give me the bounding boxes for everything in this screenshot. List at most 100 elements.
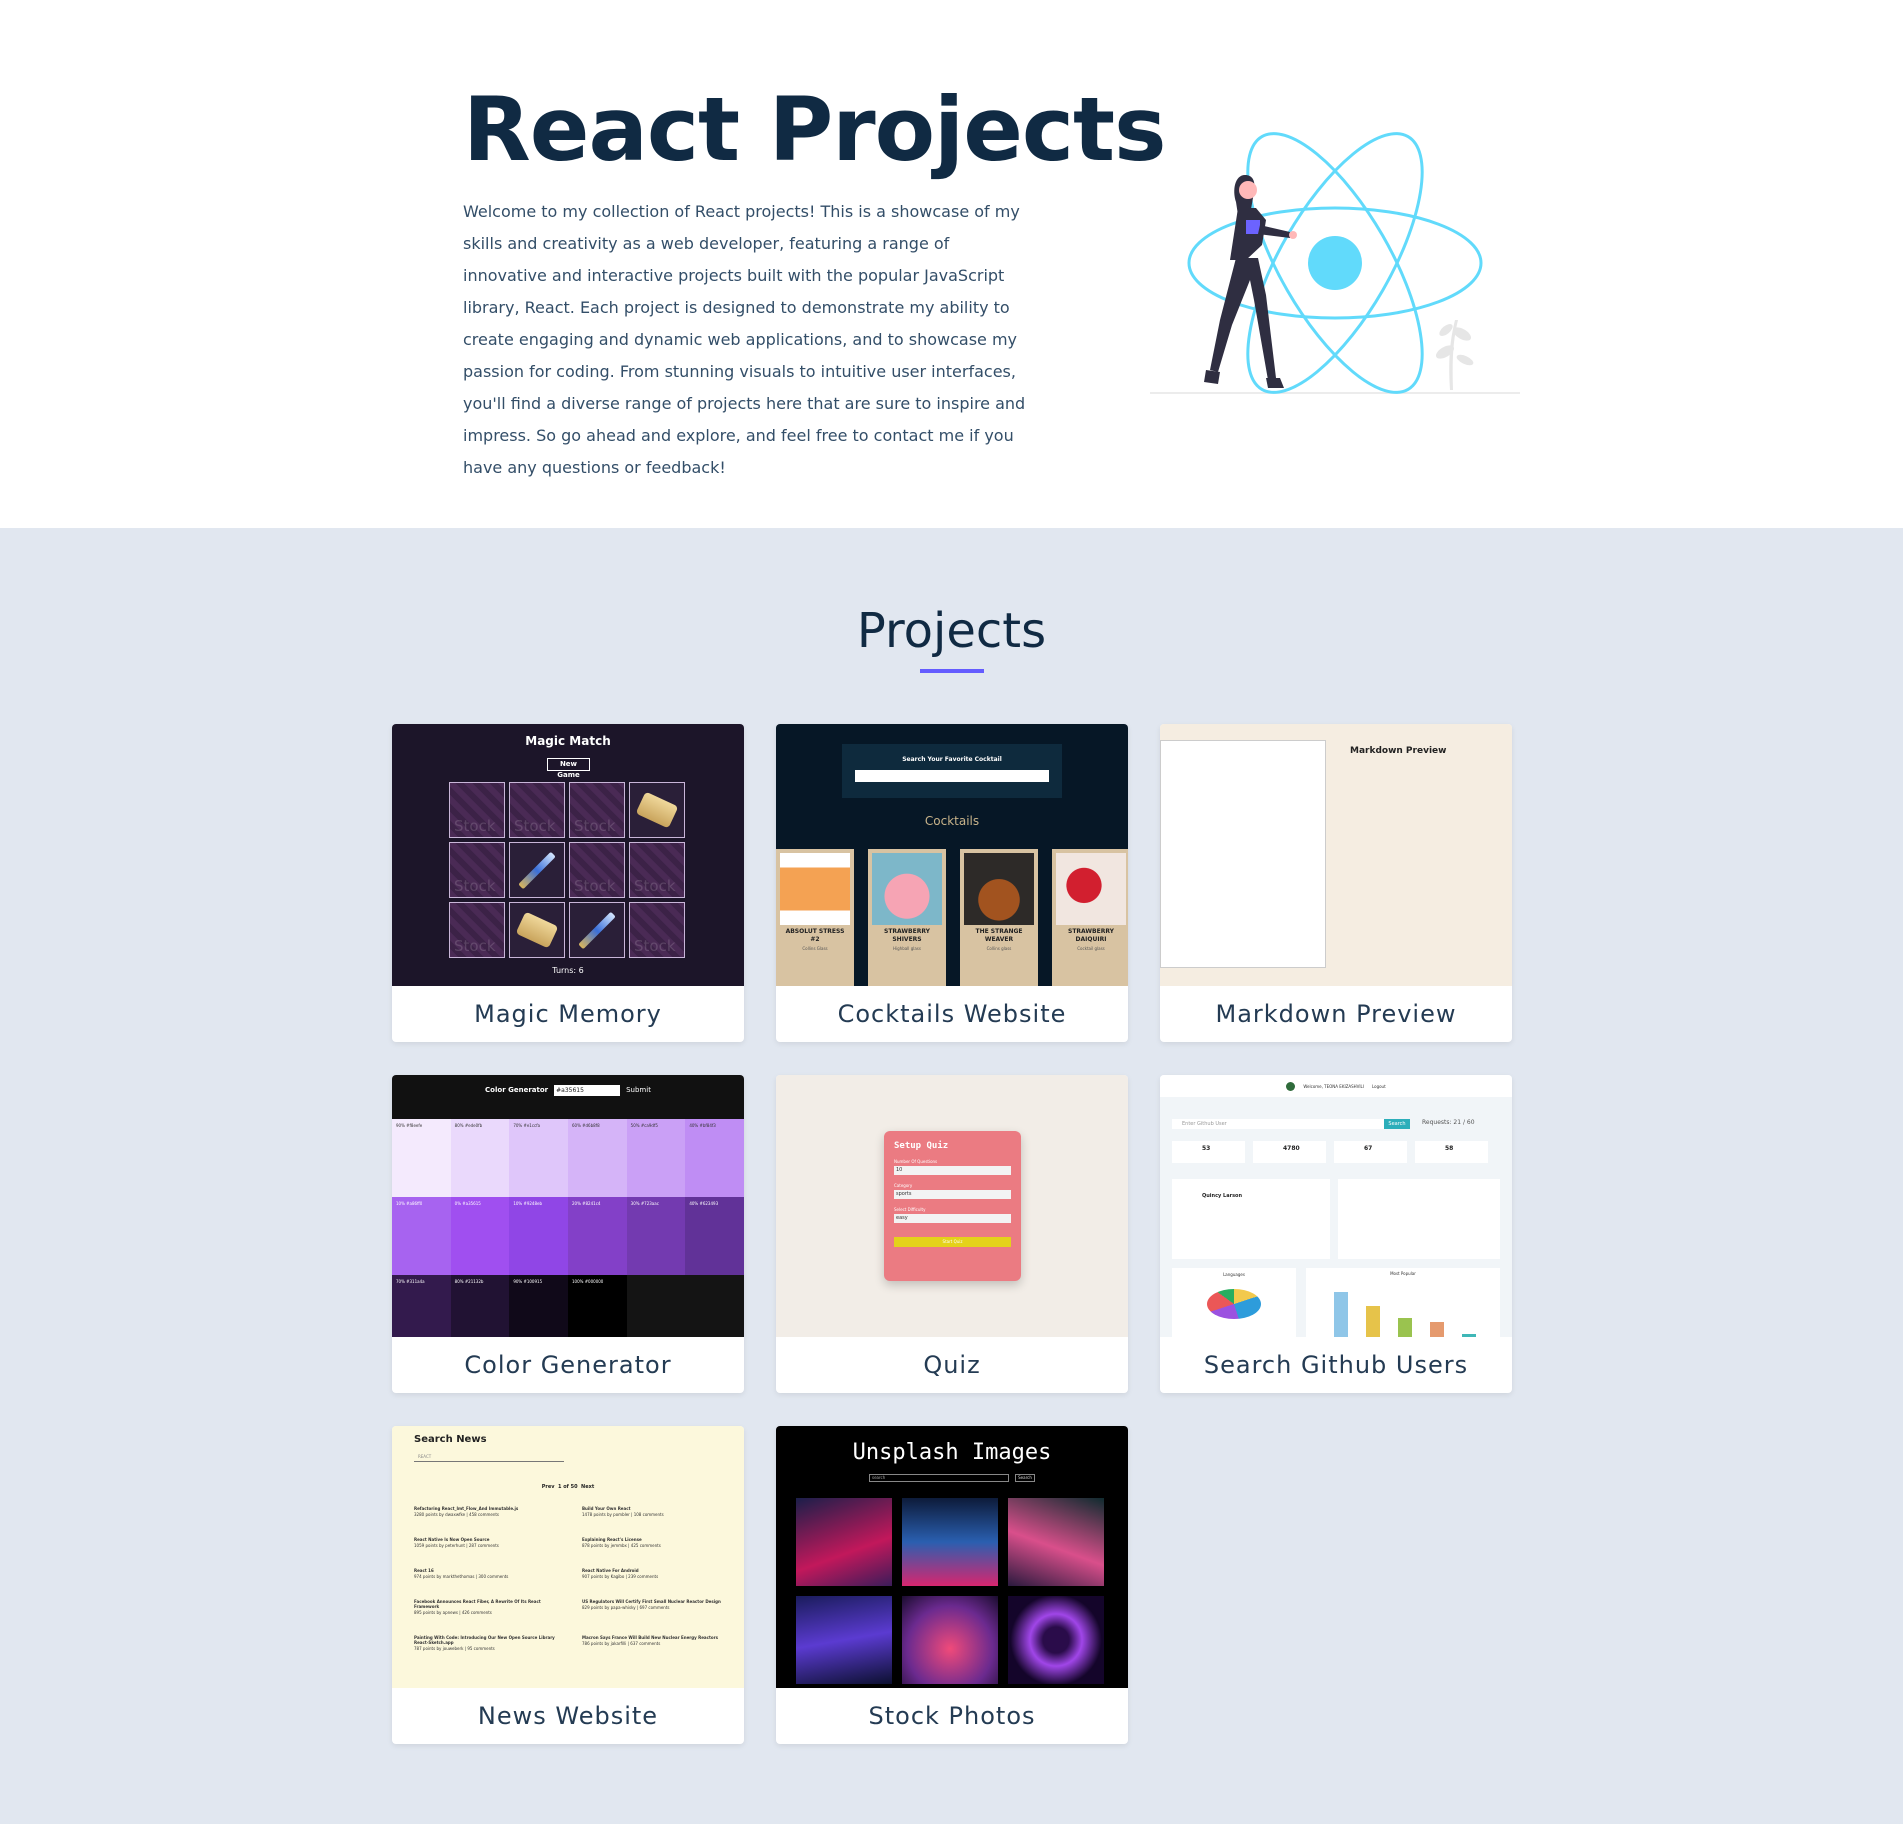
scroll-icon — [509, 902, 565, 958]
gh-logout: Logout — [1371, 1083, 1386, 1089]
color-generator-thumbnail: Color Generator #a35615 Submit 90% #f8ee… — [392, 1075, 744, 1337]
project-title: News Website — [477, 1702, 659, 1730]
cg-form: Color Generator #a35615 Submit — [392, 1075, 744, 1105]
stock-photos-thumbnail: Unsplash Images search Search — [776, 1426, 1128, 1688]
ct-drink-card: STRAWBERRY SHIVERS Highball glass — [868, 849, 946, 986]
list-item: Build Your Own React 1478 points by pombl… — [582, 1506, 664, 1517]
github-thumbnail: Welcome, TEONA EKIZASHVILI Logout Enter … — [1160, 1075, 1512, 1337]
ct-drink-card: STRAWBERRY DAIQUIRI Cocktail glass — [1052, 849, 1128, 986]
sword-icon — [569, 902, 625, 958]
qz-form: Setup Quiz Number Of Questions 10 Catego… — [884, 1131, 1021, 1281]
news-thumbnail: Search News REACT Prev 1 of 50 Next Refa… — [392, 1426, 744, 1688]
project-card-cocktails[interactable]: Search Your Favorite Cocktail Cocktails … — [776, 724, 1128, 1042]
cg-title: Color Generator — [485, 1086, 549, 1094]
project-title: Cocktails Website — [837, 1000, 1067, 1028]
qz-start-button: Start Quiz — [894, 1237, 1011, 1247]
qz-select: sports — [894, 1190, 1011, 1199]
project-card-stock-photos[interactable]: Unsplash Images search Search Stock Phot… — [776, 1426, 1128, 1744]
sp-search-input: search — [869, 1474, 1009, 1482]
ct-drink-card: THE STRANGE WEAVER Collins glass — [960, 849, 1038, 986]
photo — [796, 1596, 892, 1684]
gh-stats: 53 4780 67 58 — [1172, 1141, 1488, 1163]
qz-input: 10 — [894, 1166, 1011, 1175]
mm-card: Stock — [569, 782, 625, 838]
gh-search-input: Enter Github User — [1172, 1119, 1384, 1129]
projects-heading: Projects — [856, 603, 1047, 659]
list-item: React 16 974 points by markthethomas | 30… — [414, 1568, 509, 1579]
gh-stat: 53 — [1172, 1141, 1245, 1163]
qz-title: Setup Quiz — [894, 1141, 949, 1151]
ct-drink-list: ABSOLUT STRESS #2 Collins Glass STRAWBER… — [776, 849, 1128, 986]
mm-card: Stock — [449, 902, 505, 958]
gh-stat: 67 — [1334, 1141, 1407, 1163]
qz-label: Number Of Questions — [894, 1159, 938, 1164]
cocktails-thumbnail: Search Your Favorite Cocktail Cocktails … — [776, 724, 1128, 986]
scroll-icon — [629, 782, 685, 838]
gh-popular-panel: Most Popular — [1306, 1268, 1500, 1337]
mm-card: Stock — [449, 842, 505, 898]
mm-new-game-button: New Game — [547, 758, 590, 779]
project-title: Markdown Preview — [1215, 1000, 1457, 1028]
ct-search-label: Search Your Favorite Cocktail — [902, 756, 1002, 763]
list-item: Facebook Announces React Fiber, A Rewrit… — [414, 1599, 541, 1615]
list-item: Explaining React's License 878 points by … — [582, 1537, 661, 1548]
project-card-markdown[interactable]: Markdown Preview Markdown Preview — [1160, 724, 1512, 1042]
photo — [902, 1498, 998, 1586]
mm-card: Stock — [569, 842, 625, 898]
list-item: Macron Says France Will Build New Nuclea… — [582, 1635, 719, 1646]
project-card-magic-memory[interactable]: Magic Match New Game Stock Stock Stock S… — [392, 724, 744, 1042]
gh-navbar: Welcome, TEONA EKIZASHVILI Logout — [1160, 1075, 1512, 1097]
project-card-github-users[interactable]: Welcome, TEONA EKIZASHVILI Logout Enter … — [1160, 1075, 1512, 1393]
cg-submit: Submit — [626, 1086, 651, 1094]
projects-section: Projects Magic Match New Game Stock Stoc… — [0, 528, 1903, 1824]
list-item: US Regulators Will Certify First Small N… — [582, 1599, 721, 1610]
magic-memory-thumbnail: Magic Match New Game Stock Stock Stock S… — [392, 724, 744, 986]
page-title: React Projects — [463, 78, 1167, 181]
mm-card: Stock — [629, 902, 685, 958]
project-title: Magic Memory — [474, 1000, 662, 1028]
project-title: Quiz — [923, 1351, 981, 1379]
photo — [1008, 1498, 1104, 1586]
react-illustration — [1150, 132, 1520, 394]
qz-select: easy — [894, 1214, 1011, 1223]
qz-label: Select Difficulty — [894, 1207, 926, 1212]
list-item: Refactoring React_Imt_Flow_And Immutable… — [414, 1506, 519, 1517]
gh-languages-panel: Languages — [1172, 1268, 1296, 1337]
gh-requests: Requests: 21 / 60 — [1422, 1119, 1475, 1126]
ct-search-input — [855, 770, 1049, 782]
sp-search-form: search Search — [869, 1474, 1035, 1482]
hero-section: React Projects Welcome to my collection … — [0, 0, 1903, 528]
gh-user-panel: Quincy Larson — [1172, 1179, 1330, 1259]
mm-title: Magic Match — [525, 734, 611, 748]
gh-search-button: Search — [1384, 1119, 1410, 1129]
project-title: Color Generator — [464, 1351, 672, 1379]
project-card-color-generator[interactable]: Color Generator #a35615 Submit 90% #f8ee… — [392, 1075, 744, 1393]
hero-description: Welcome to my collection of React projec… — [463, 202, 1026, 477]
nw-search-input: REACT — [414, 1454, 564, 1462]
project-card-quiz[interactable]: Setup Quiz Number Of Questions 10 Catego… — [776, 1075, 1128, 1393]
ct-drink-card: ABSOLUT STRESS #2 Collins Glass — [776, 849, 854, 986]
project-title: Stock Photos — [868, 1702, 1036, 1730]
ct-search-form: Search Your Favorite Cocktail — [842, 744, 1062, 798]
mm-card-grid: Stock Stock Stock Stock Stock Stock Stoc… — [449, 782, 685, 958]
projects-grid: Magic Match New Game Stock Stock Stock S… — [392, 724, 1512, 1744]
sword-icon — [509, 842, 565, 898]
md-editor — [1160, 740, 1326, 968]
sp-search-button: Search — [1015, 1474, 1035, 1482]
sp-title: Unsplash Images — [852, 1440, 1052, 1465]
qz-label: Category — [894, 1183, 913, 1188]
nw-title: Search News — [414, 1434, 487, 1445]
mm-turns: Turns: 6 — [552, 966, 584, 975]
gh-stat: 58 — [1415, 1141, 1488, 1163]
heading-underline — [920, 669, 984, 673]
project-card-news[interactable]: Search News REACT Prev 1 of 50 Next Refa… — [392, 1426, 744, 1744]
ct-heading: Cocktails — [924, 814, 980, 828]
mm-card: Stock — [629, 842, 685, 898]
photo — [1008, 1596, 1104, 1684]
cg-swatches: 90% #f8eefe 80% #ede0fb 70% #e1ccfa 60% … — [392, 1119, 744, 1337]
gh-stat: 4780 — [1253, 1141, 1326, 1163]
avatar — [1286, 1081, 1296, 1091]
gh-followers-panel — [1338, 1179, 1500, 1259]
nw-story-list: Refactoring React_Imt_Flow_And Immutable… — [414, 1506, 734, 1651]
list-item: React Native For Android 907 points by Ka… — [582, 1568, 659, 1579]
